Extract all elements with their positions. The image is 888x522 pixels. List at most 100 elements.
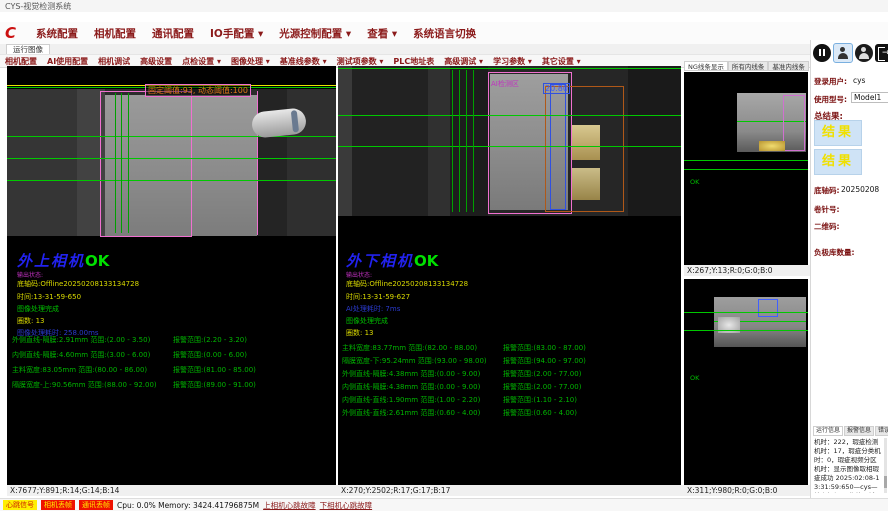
user-login-button[interactable]: [833, 43, 853, 63]
barcode-text: 底轴码:Offline20250208133134728: [17, 279, 139, 289]
pause-button[interactable]: [813, 44, 831, 62]
measure-row: 主料宽度:83.05mm 范围:(80.00 - 86.00) 报警范围:(81…: [12, 365, 332, 375]
control-buttons: →: [813, 43, 888, 63]
tab-error-info[interactable]: 错误信息: [875, 426, 888, 436]
measure-row: 外侧直线-隔膜:4.38mm 范围:(0.00 - 9.00) 报警范围:(2.…: [342, 369, 677, 379]
log-tabs: 运行信息 报警信息 错误信息: [813, 426, 888, 436]
exit-button[interactable]: →: [875, 44, 888, 62]
app-window: { "window": { "title": "CYS-视觉检测系统" }, "…: [0, 0, 888, 522]
admin-user-button[interactable]: [855, 44, 873, 62]
alarm-text: 报警范围:(2.00 - 77.00): [503, 369, 581, 379]
tool-camera-debug[interactable]: 相机调试: [93, 56, 135, 67]
tab-alarm-info[interactable]: 报警信息: [844, 426, 874, 436]
small-camera-view-2[interactable]: OK: [684, 279, 808, 485]
menu-io-config[interactable]: IO手配置 ▾: [202, 26, 271, 41]
log-scrollbar-thumb[interactable]: [884, 476, 887, 488]
small-camera-view-1[interactable]: OK: [684, 72, 808, 265]
measure-vline-3: [128, 93, 129, 233]
tool-advanced-settings[interactable]: 高级设置: [135, 56, 177, 67]
tool-plc-address[interactable]: PLC地址表: [388, 56, 439, 67]
measure-text: 外侧直线-隔膜:4.38mm 范围:(0.00 - 9.00): [342, 370, 480, 378]
lower-camera-alert: 下相机心跳故障: [320, 500, 373, 511]
measure-line-2: [684, 169, 808, 170]
tab-run-info[interactable]: 运行信息: [813, 426, 843, 436]
tool-ai-use-config[interactable]: AI使用配置: [42, 56, 93, 67]
result-box-1: 结果: [814, 120, 862, 146]
tab-baseline-inner-lines[interactable]: 基准内线条: [768, 61, 809, 71]
mid-result-title: 外下相机OK: [346, 250, 438, 271]
result-note: OK: [690, 374, 699, 382]
small1-coords-bar: X:267;Y:13;R:0;G:0;B:0: [684, 265, 811, 276]
tool-advanced-debug[interactable]: 高级调试 ▾: [439, 56, 488, 67]
turns-text: 圈数: 13: [17, 316, 45, 326]
camera-name: 外上相机: [17, 252, 85, 270]
tool-other-settings[interactable]: 其它设置 ▾: [537, 56, 586, 67]
left-camera-image: 固定阈值:93, 动态阈值:100: [7, 84, 336, 236]
menu-comm-config[interactable]: 通讯配置: [144, 26, 202, 41]
menu-camera-config[interactable]: 相机配置: [86, 26, 144, 41]
alarm-text: 报警范围:(0.60 - 4.00): [503, 408, 577, 418]
measure-text: 隔膜宽度-下:95.24mm 范围:(93.00 - 98.00): [342, 357, 487, 365]
measure-text: 内侧直线-直线:1.90mm 范围:(1.00 - 2.20): [342, 396, 480, 404]
menu-language-switch[interactable]: 系统语言切换: [405, 26, 484, 41]
menu-system-config[interactable]: 系统配置: [28, 26, 86, 41]
neg-stock-count-label: 负极库数量:: [814, 247, 855, 258]
threshold-label: 固定阈值:93, 动态阈值:100: [145, 84, 251, 97]
measure-vline-3: [466, 70, 467, 212]
bright-window-1: [572, 125, 600, 160]
left-camera-view[interactable]: 固定阈值:93, 动态阈值:100 外上相机OK 输出状态: 底轴码:Offli…: [7, 66, 336, 485]
tool-image-processing[interactable]: 图像处理 ▾: [226, 56, 275, 67]
needle-no-label: 卷针号:: [814, 204, 840, 215]
result-note: OK: [690, 178, 699, 186]
menu-bar: C 系统配置 相机配置 通讯配置 IO手配置 ▾ 光源控制配置 ▾ 查看 ▾ 系…: [0, 22, 888, 45]
menu-light-config[interactable]: 光源控制配置 ▾: [271, 26, 359, 41]
measure-text: 外侧直线-直线:2.61mm 范围:(0.60 - 4.00): [342, 409, 480, 417]
tool-camera-config[interactable]: 相机配置: [0, 56, 42, 67]
menu-view[interactable]: 查看 ▾: [359, 26, 405, 41]
bottom-axis-code-value: 20250208: [841, 185, 879, 194]
log-scrollbar[interactable]: [884, 438, 887, 493]
bottom-axis-code-label: 底轴码:: [814, 185, 840, 196]
measure-vline-2: [459, 70, 460, 212]
measure-row: 外侧直线-直线:2.61mm 范围:(0.60 - 4.00) 报警范围:(0.…: [342, 408, 677, 418]
alarm-text: 报警范围:(2.20 - 3.20): [173, 335, 247, 345]
result-ok-badge: OK: [85, 252, 109, 270]
title-bar: CYS-视觉检测系统: [0, 0, 888, 12]
measure-row: 隔膜宽度-下:95.24mm 范围:(93.00 - 98.00) 报警范围:(…: [342, 356, 677, 366]
small2-coords-bar: X:311;Y:980;R:0;G:0;B:0: [684, 485, 811, 496]
camera-name: 外下相机: [346, 252, 414, 270]
mini-view-tabs: NG线条显示 所有内线条 基准内线条: [684, 61, 808, 71]
app-logo-icon: C: [5, 25, 21, 41]
camera-drop-badge: 相机丢帧: [41, 500, 75, 510]
measure-line-1: [338, 115, 681, 116]
measure-line-2: [684, 330, 808, 331]
pause-icon: [819, 49, 821, 56]
roi-rect-pink: [783, 95, 805, 151]
measure-line-1: [7, 136, 336, 137]
measure-row: 内侧直线-直线:1.90mm 范围:(1.00 - 2.20) 报警范围:(1.…: [342, 395, 677, 405]
mid-camera-view[interactable]: AI检测区 20.80 外下相机OK 输出状态: 底轴码:Offline2025…: [338, 66, 681, 485]
output-status-text: 输出状态:: [17, 270, 43, 279]
model-select[interactable]: Model1: [851, 92, 888, 103]
measure-line-2: [7, 158, 336, 159]
tool-baseline-params[interactable]: 基准线参数 ▾: [275, 56, 332, 67]
left-coords-bar: X:7677;Y:891;R:14;G:14;B:14: [7, 485, 339, 496]
alarm-text: 报警范围:(0.00 - 6.00): [173, 350, 247, 360]
menu-items: 系统配置 相机配置 通讯配置 IO手配置 ▾ 光源控制配置 ▾ 查看 ▾ 系统语…: [28, 22, 484, 44]
measure-row: 隔膜宽度-上:90.56mm 范围:(88.00 - 92.00) 报警范围:(…: [12, 380, 332, 390]
model-label: 使用型号:: [814, 94, 847, 105]
measure-line-1: [684, 160, 808, 161]
measure-vline-2: [121, 93, 122, 233]
measure-line-2: [338, 146, 681, 147]
time-text: 时间:13-31-59-650: [17, 292, 81, 302]
tool-learning-params[interactable]: 学习参数 ▾: [488, 56, 537, 67]
measure-vline-4: [473, 70, 474, 212]
tab-all-inner-lines[interactable]: 所有内线条: [728, 61, 769, 71]
tab-row: 运行图像: [0, 44, 888, 54]
tool-test-params[interactable]: 测试项参数 ▾: [332, 56, 389, 67]
measure-row: 主料宽度:83.77mm 范围:(82.00 - 88.00) 报警范围:(83…: [342, 343, 677, 353]
upper-camera-alert: 上相机心跳故障: [263, 500, 316, 511]
tab-ng-lines[interactable]: NG线条显示: [684, 61, 728, 71]
measure-text: 隔膜宽度-上:90.56mm 范围:(88.00 - 92.00): [12, 381, 157, 389]
tool-spot-check[interactable]: 点检设置 ▾: [177, 56, 226, 67]
